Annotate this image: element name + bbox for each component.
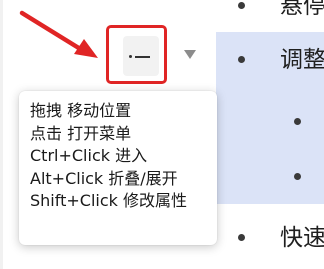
arrow-annotation-icon <box>19 10 98 58</box>
outline-row-bottom[interactable]: 快速 <box>280 227 324 250</box>
drag-handle-button[interactable] <box>106 25 167 84</box>
drag-handle-icon <box>129 54 153 59</box>
bullet-child-1 <box>294 118 301 125</box>
tooltip-line-ctrl-click: Ctrl+Click 进入 <box>30 146 148 165</box>
bullet-child-2 <box>294 173 301 180</box>
drag-handle-inner[interactable] <box>123 36 159 76</box>
tooltip-line-click: 点击 打开菜单 <box>30 123 132 143</box>
outline-row-selected[interactable]: 调整 <box>280 49 324 72</box>
collapse-caret-icon[interactable] <box>184 50 196 59</box>
tooltip-line-shift-click: Shift+Click 修改属性 <box>30 191 187 210</box>
bullet-top <box>238 2 245 9</box>
tooltip-line-drag: 拖拽 移动位置 <box>30 101 132 120</box>
bullet-bottom <box>238 234 245 241</box>
handle-tooltip: 拖拽 移动位置 点击 打开菜单 Ctrl+Click 进入 Alt+Click … <box>19 91 217 245</box>
tooltip-line-alt-click: Alt+Click 折叠/展开 <box>30 168 178 188</box>
outline-row-top[interactable]: 悬停 <box>280 0 324 18</box>
bullet-selected <box>238 56 245 63</box>
left-gutter <box>0 0 3 269</box>
